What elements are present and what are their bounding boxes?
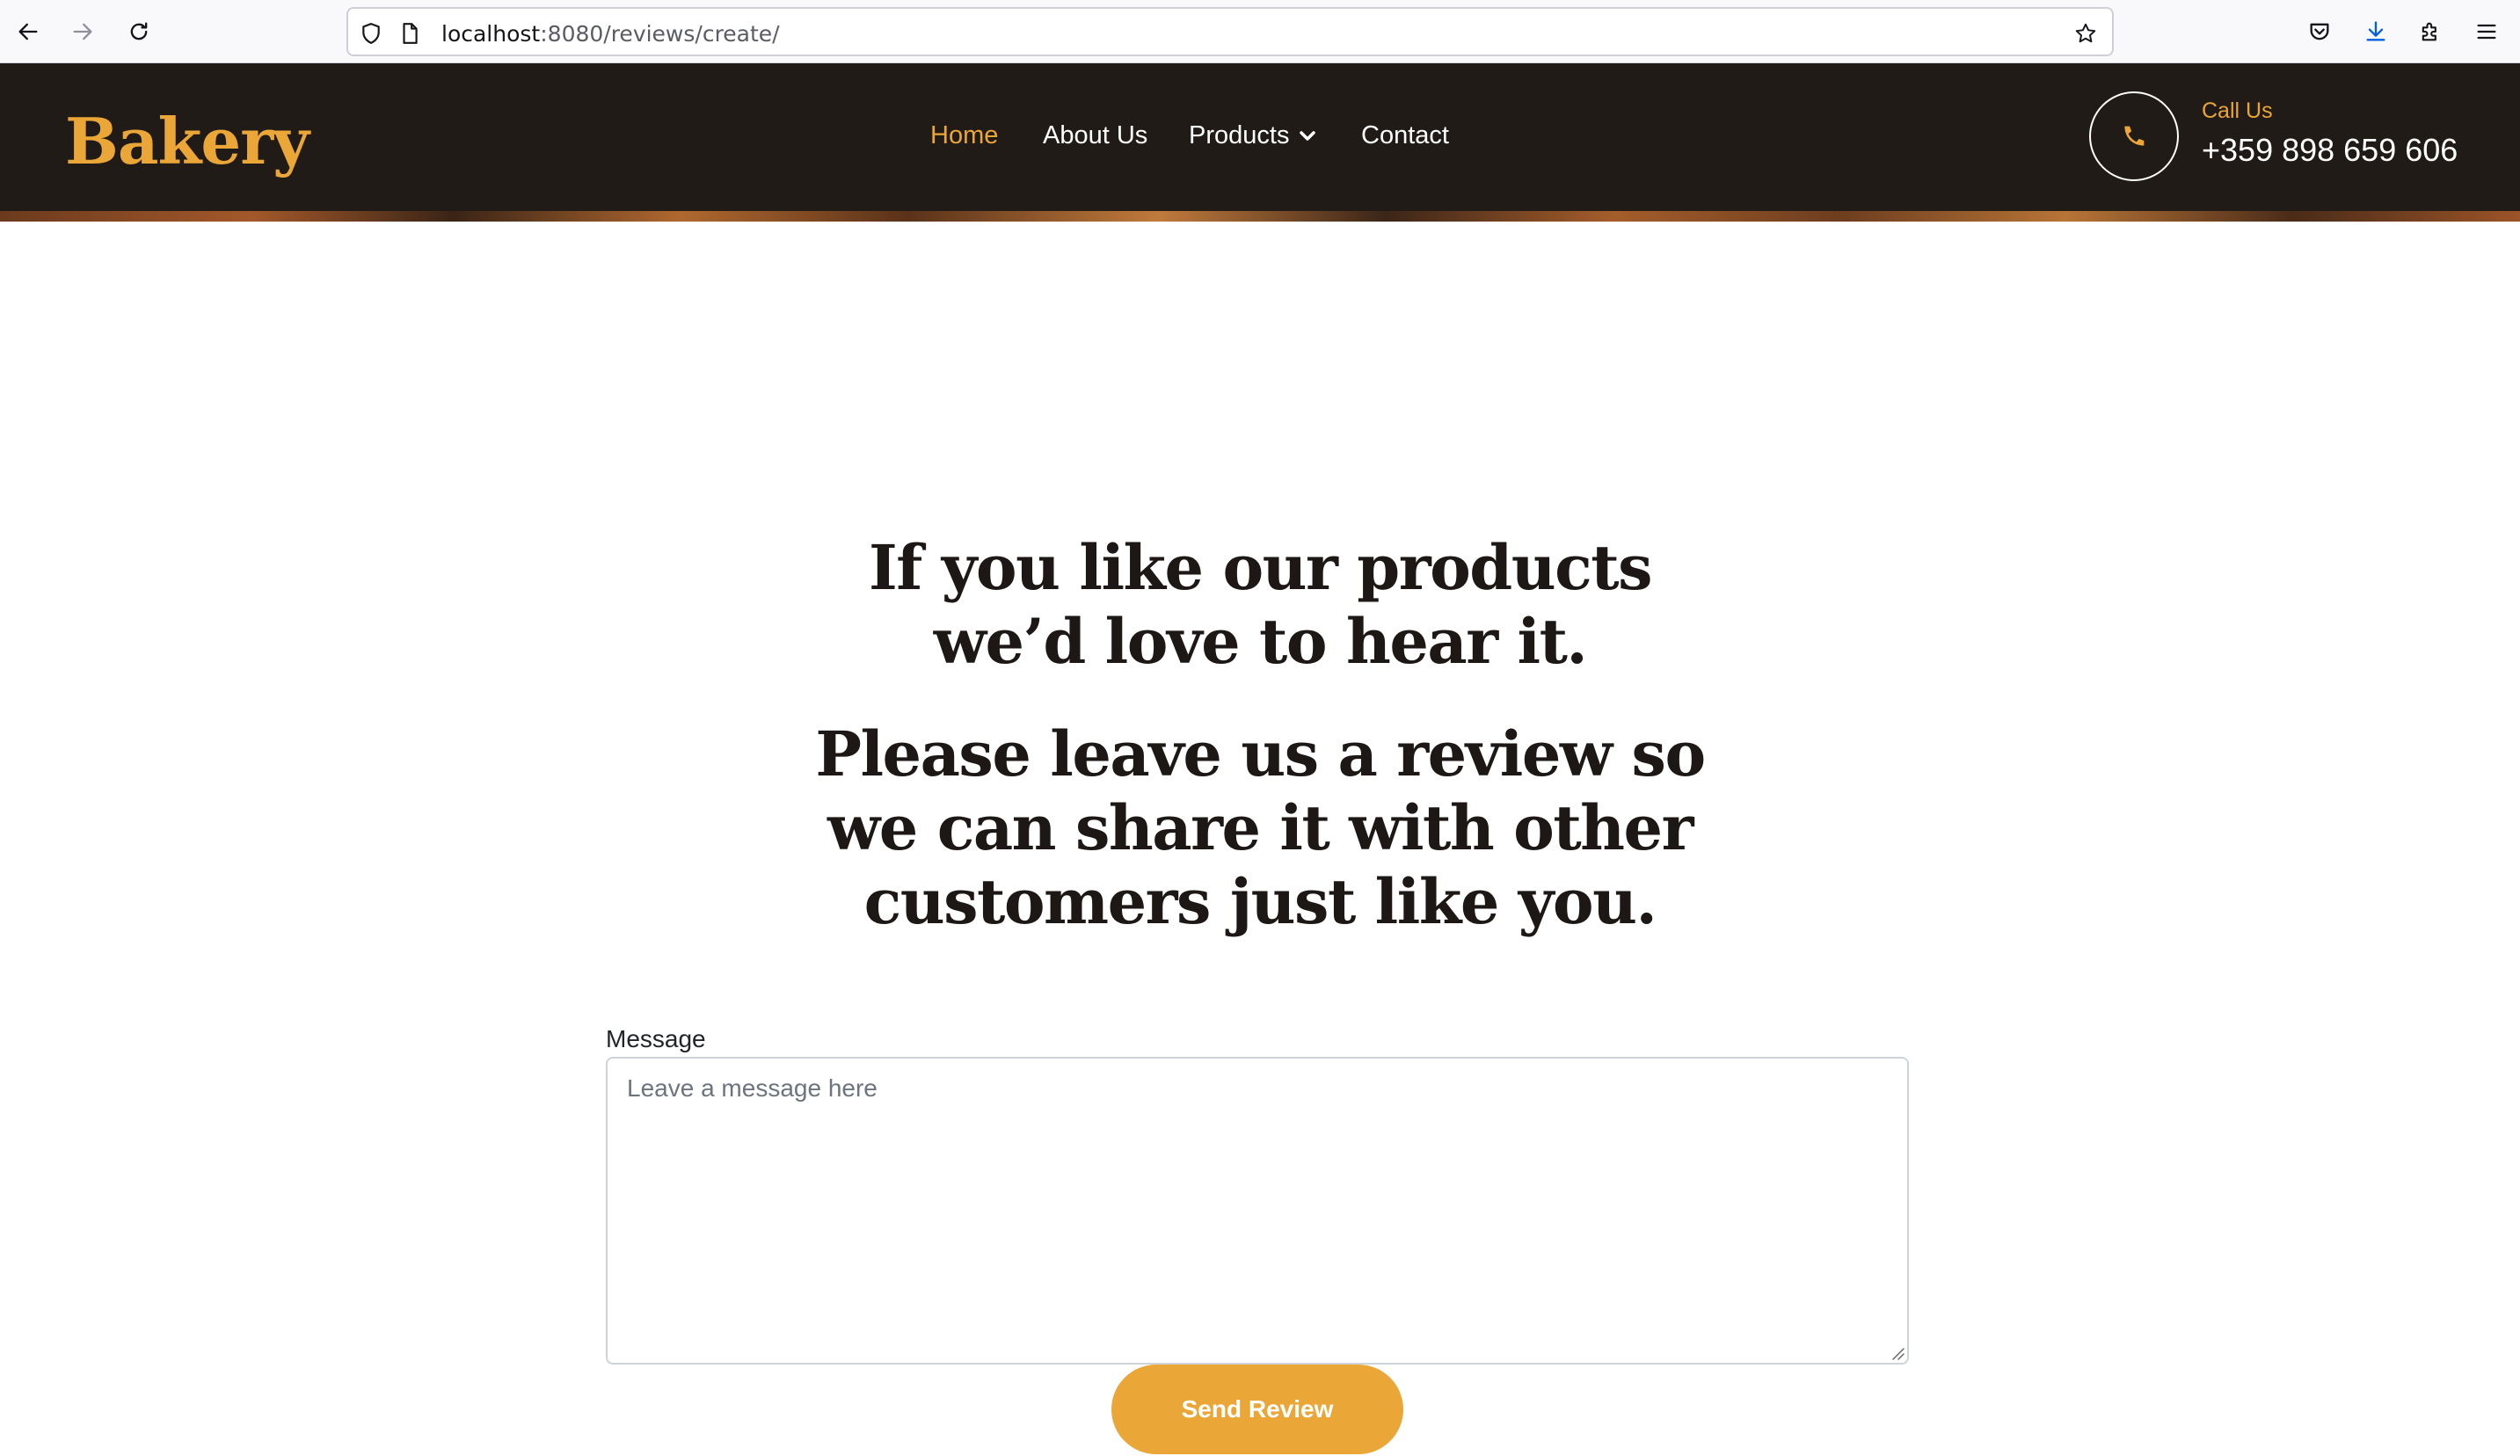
extensions-button[interactable]: [2411, 12, 2450, 51]
phone-number: +359 898 659 606: [2202, 132, 2458, 168]
back-arrow-icon: [18, 23, 38, 40]
chevron-down-icon: [1300, 131, 1316, 142]
nav-about-us[interactable]: About Us: [1043, 121, 1147, 150]
browser-toolbar: localhost:8080/reviews/create/: [0, 0, 2520, 63]
back-button[interactable]: [9, 12, 47, 51]
downloads-button[interactable]: [2356, 12, 2395, 51]
download-icon: [2366, 21, 2385, 41]
url-host: localhost: [441, 21, 541, 47]
nav-products[interactable]: Products: [1189, 121, 1316, 150]
resize-grip-icon[interactable]: [1890, 1345, 1905, 1361]
nav-home[interactable]: Home: [930, 121, 998, 150]
site-logo[interactable]: Bakery: [65, 104, 310, 178]
url-path: :8080/reviews/create/: [540, 21, 780, 47]
forward-button[interactable]: [63, 12, 102, 51]
review-prompt-heading: Please leave us a review so we can share…: [0, 717, 2520, 939]
page-icon[interactable]: [396, 19, 424, 47]
reload-icon: [130, 22, 148, 40]
review-prompt-line-2: we can share it with other: [827, 791, 1693, 864]
hero-image-strip: [0, 211, 2520, 222]
address-bar[interactable]: localhost:8080/reviews/create/: [346, 7, 2114, 56]
app-menu-button[interactable]: [2467, 12, 2506, 51]
nav-contact[interactable]: Contact: [1361, 121, 1449, 150]
nav-products-label: Products: [1189, 121, 1290, 149]
message-label: Message: [606, 1025, 706, 1052]
shield-icon[interactable]: [357, 19, 385, 47]
reload-button[interactable]: [120, 12, 158, 51]
call-button[interactable]: [2089, 91, 2179, 181]
pocket-button[interactable]: [2300, 12, 2339, 51]
url-text[interactable]: localhost:8080/reviews/create/: [441, 21, 780, 47]
intro-heading: If you like our products we’d love to he…: [0, 531, 2520, 679]
forward-arrow-icon: [73, 23, 92, 40]
puzzle-icon: [2422, 22, 2436, 41]
call-us-label: Call Us: [2202, 98, 2273, 123]
review-prompt-line-1: Please leave us a review so: [815, 717, 1706, 790]
review-prompt-line-3: customers just like you.: [863, 865, 1657, 938]
hamburger-menu-icon: [2477, 24, 2496, 40]
bookmark-star-icon[interactable]: [2072, 19, 2100, 47]
message-textarea[interactable]: [606, 1057, 1909, 1365]
send-review-button[interactable]: Send Review: [1111, 1365, 1403, 1454]
pocket-icon: [2310, 23, 2329, 40]
intro-heading-line-1: If you like our products: [869, 531, 1653, 604]
intro-heading-line-2: we’d love to hear it.: [933, 605, 1588, 678]
phone-icon: [2124, 126, 2145, 146]
